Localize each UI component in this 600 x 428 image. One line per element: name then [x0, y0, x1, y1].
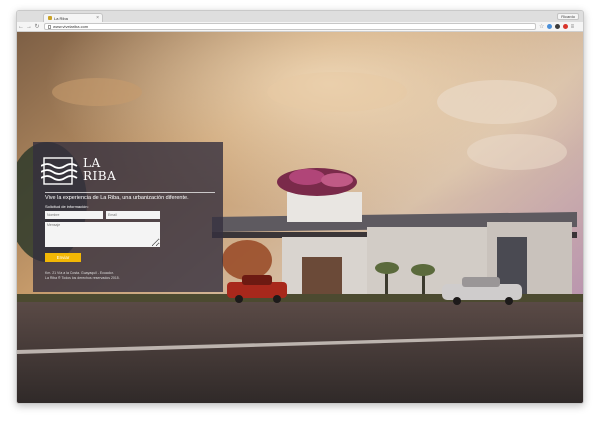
- logo-text-riba: RIBA: [83, 169, 117, 183]
- contact-panel: LA RIBA Vive la experiencia de La Riba, …: [33, 142, 223, 292]
- address-bar[interactable]: www.vivelariba.com: [44, 23, 536, 30]
- submit-button[interactable]: Enviar: [45, 253, 81, 262]
- footer-address: Km. 21 Vía a la Costa. Guayaquil - Ecuad…: [45, 271, 114, 275]
- name-field[interactable]: [45, 211, 103, 219]
- address-text: www.vivelariba.com: [53, 24, 89, 29]
- page-viewport: LA RIBA Vive la experiencia de La Riba, …: [17, 32, 583, 403]
- favicon-icon: [48, 16, 52, 20]
- tab-close-icon[interactable]: ×: [96, 15, 99, 21]
- menu-icon[interactable]: ≡: [568, 24, 576, 30]
- forward-icon[interactable]: →: [25, 24, 33, 30]
- back-icon[interactable]: ←: [17, 24, 25, 30]
- browser-window: La Riba × Ricardo ← → ↻ www.vivelariba.c…: [16, 10, 584, 404]
- footer-copyright: La Riba ® Todos los derechos reservados …: [45, 276, 120, 280]
- logo-text-la: LA: [83, 156, 101, 170]
- browser-tab[interactable]: La Riba ×: [43, 13, 103, 22]
- extension-icon-1[interactable]: [547, 24, 553, 29]
- profile-button[interactable]: Ricardo: [557, 13, 579, 20]
- email-field[interactable]: [106, 211, 160, 219]
- la-riba-logo-icon: [41, 157, 78, 185]
- tagline: Vive la experiencia de La Riba, una urba…: [45, 195, 189, 201]
- extension-icon-2[interactable]: [555, 24, 561, 29]
- reload-icon[interactable]: ↻: [33, 24, 41, 30]
- tab-strip: La Riba × Ricardo: [17, 11, 583, 22]
- browser-toolbar: ← → ↻ www.vivelariba.com ☆ ≡: [17, 22, 583, 32]
- page-icon: [48, 24, 51, 29]
- tab-title: La Riba: [54, 15, 68, 21]
- divider: [45, 192, 215, 193]
- message-field[interactable]: [45, 222, 160, 247]
- bookmark-star-icon[interactable]: ☆: [539, 24, 544, 30]
- form-title: Solicitud de información:: [45, 204, 89, 209]
